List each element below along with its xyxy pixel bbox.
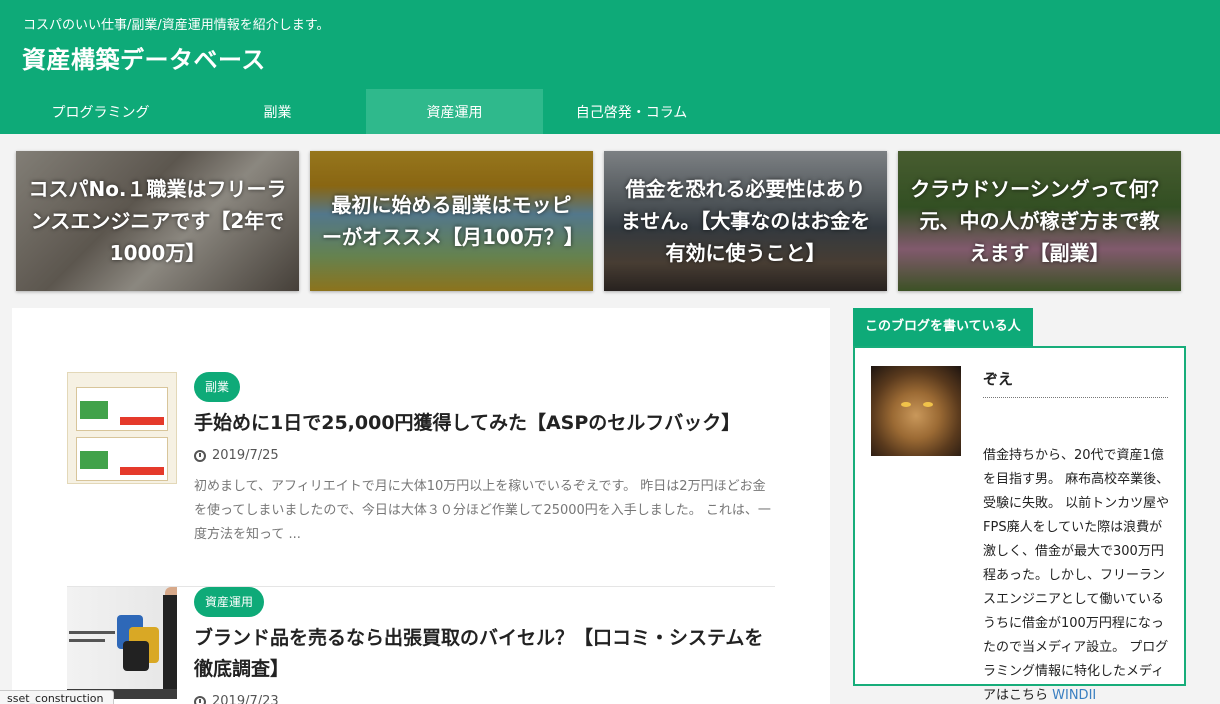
post-meta: 2019/7/25: [194, 448, 774, 463]
post-body: 資産運用 ブランド品を売るなら出張買取のバイセル？【口コミ・システムを徹底調査】…: [194, 587, 774, 704]
thumb-card-graphic: [80, 401, 108, 419]
featured-card-title: コスパNo.１職業はフリーランスエンジニアです【2年で1000万】: [28, 177, 287, 265]
category-badge[interactable]: 副業: [194, 372, 241, 402]
widget-title: このブログを書いている人: [853, 308, 1033, 346]
post-thumbnail[interactable]: [67, 587, 177, 699]
nav-item-self-development[interactable]: 自己啓発・コラム: [543, 89, 720, 134]
thumb-bag-graphic: [123, 641, 149, 671]
clock-icon: [194, 695, 206, 704]
site-tagline: コスパのいい仕事/副業/資産運用情報を紹介します。: [23, 18, 330, 33]
featured-carousel: コスパNo.１職業はフリーランスエンジニアです【2年で1000万】 最初に始める…: [16, 151, 1181, 291]
nav-item-programming[interactable]: プログラミング: [12, 89, 189, 134]
post-date: 2019/7/23: [212, 694, 279, 704]
category-badge[interactable]: 資産運用: [194, 587, 265, 617]
thumb-price-graphic: [120, 417, 164, 425]
featured-card[interactable]: コスパNo.１職業はフリーランスエンジニアです【2年で1000万】: [16, 151, 299, 291]
site-title[interactable]: 資産構築データベース: [22, 40, 266, 75]
post-title[interactable]: 手始めに1日で25,000円獲得してみた【ASPのセルフバック】: [194, 408, 774, 439]
nav-item-side-job[interactable]: 副業: [189, 89, 366, 134]
featured-card[interactable]: クラウドソーシングって何？元、中の人が稼ぎ方まで教えます【副業】: [898, 151, 1181, 291]
thumb-text-graphic: [69, 639, 105, 642]
avatar: [871, 366, 961, 456]
post-excerpt: 初めまして、アフィリエイトで月に大体10万円以上を稼いでいるぞえです。 昨日は2…: [194, 479, 771, 542]
thumb-text-graphic: [69, 631, 115, 634]
featured-card[interactable]: 最初に始める副業はモッピーがオススメ【月100万？】: [310, 151, 593, 291]
thumb-price-graphic: [120, 467, 164, 475]
author-link[interactable]: WINDII: [1052, 688, 1096, 703]
avatar-eye: [901, 402, 911, 407]
post-entry: 資産運用 ブランド品を売るなら出張買取のバイセル？【口コミ・システムを徹底調査】…: [67, 586, 775, 704]
sidebar: このブログを書いている人 ぞえ 借金持ちから、20代で資産1億を目指す男。 麻布…: [853, 308, 1186, 703]
post-date: 2019/7/25: [212, 448, 279, 463]
browser-status-bar: sset_construction: [0, 690, 115, 704]
clock-icon: [194, 449, 206, 462]
featured-card[interactable]: 借金を恐れる必要性はありません。【大事なのはお金を有効に使うこと】: [604, 151, 887, 291]
author-name: ぞえ: [983, 368, 1168, 398]
site-header: コスパのいい仕事/副業/資産運用情報を紹介します。 資産構築データベース プログ…: [0, 0, 1220, 134]
post-meta: 2019/7/23: [194, 694, 774, 704]
post-thumbnail[interactable]: [67, 372, 177, 484]
global-nav: プログラミング 副業 資産運用 自己啓発・コラム: [12, 89, 720, 134]
author-profile-widget: ぞえ 借金持ちから、20代で資産1億を目指す男。 麻布高校卒業後、受験に失敗。 …: [853, 346, 1186, 703]
avatar-eye: [923, 402, 933, 407]
featured-card-title: クラウドソーシングって何？元、中の人が稼ぎ方まで教えます【副業】: [910, 177, 1169, 265]
thumb-person-graphic: [163, 595, 177, 695]
post-list: 副業 手始めに1日で25,000円獲得してみた【ASPのセルフバック】 2019…: [12, 308, 830, 704]
nav-item-asset-management[interactable]: 資産運用: [366, 89, 543, 134]
thumb-card-graphic: [80, 451, 108, 469]
post-body: 副業 手始めに1日で25,000円獲得してみた【ASPのセルフバック】 2019…: [194, 372, 774, 547]
featured-card-title: 借金を恐れる必要性はありません。【大事なのはお金を有効に使うこと】: [620, 177, 871, 265]
author-bio-text: 借金持ちから、20代で資産1億を目指す男。 麻布高校卒業後、受験に失敗。 以前ト…: [983, 448, 1170, 703]
featured-card-title: 最初に始める副業はモッピーがオススメ【月100万？】: [322, 193, 584, 249]
post-title[interactable]: ブランド品を売るなら出張買取のバイセル？【口コミ・システムを徹底調査】: [194, 623, 774, 685]
author-bio: 借金持ちから、20代で資産1億を目指す男。 麻布高校卒業後、受験に失敗。 以前ト…: [983, 444, 1173, 704]
